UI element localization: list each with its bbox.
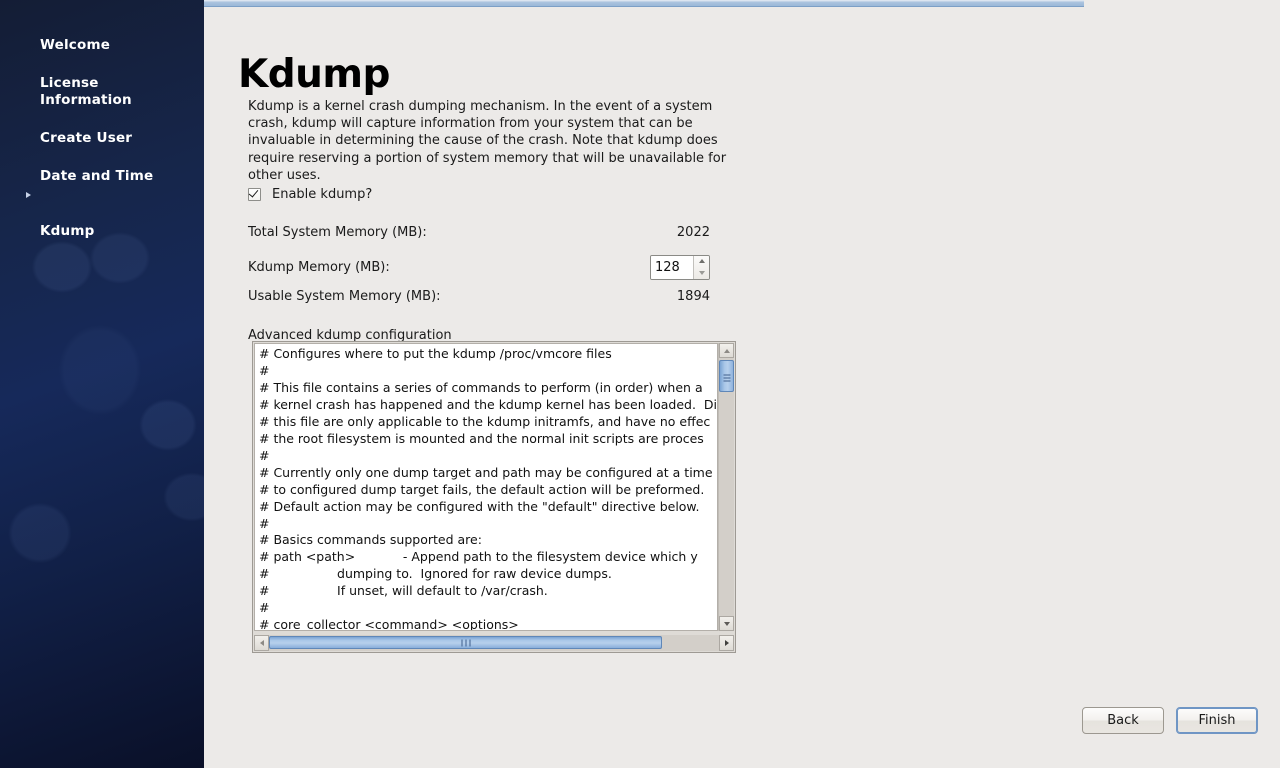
chevron-down-icon: [698, 270, 705, 275]
grip-icon: [723, 373, 730, 382]
horizontal-scrollbar-thumb[interactable]: [269, 636, 662, 649]
horizontal-scrollbar[interactable]: [254, 635, 734, 651]
advanced-config-text: # Configures where to put the kdump /pro…: [259, 346, 717, 631]
kdump-memory-label: Kdump Memory (MB):: [248, 259, 390, 275]
sidebar-nav: Welcome License Information Create User …: [0, 18, 204, 242]
vertical-scrollbar-track[interactable]: [719, 358, 734, 616]
enable-kdump-row[interactable]: Enable kdump?: [248, 187, 372, 202]
scroll-left-button[interactable]: [254, 635, 269, 651]
sidebar-item-date-and-time[interactable]: Date and Time: [0, 149, 204, 187]
vertical-scrollbar-thumb[interactable]: [719, 360, 734, 392]
top-accent-bar: [204, 0, 1084, 7]
scroll-right-button[interactable]: [719, 635, 734, 651]
vertical-scrollbar[interactable]: [718, 343, 734, 631]
checkmark-icon: [248, 187, 259, 198]
total-system-memory-row: Total System Memory (MB): 2022: [248, 225, 710, 240]
installer-window: Welcome License Information Create User …: [0, 0, 1280, 768]
sidebar-item-label: Welcome: [40, 37, 111, 53]
sidebar-item-label: Create User: [40, 130, 133, 146]
chevron-up-icon: [723, 348, 730, 353]
chevron-left-icon: [259, 640, 264, 646]
spinner-decrement-button[interactable]: [694, 267, 709, 279]
finish-button[interactable]: Finish: [1176, 707, 1258, 734]
kdump-memory-input[interactable]: [651, 255, 693, 279]
scroll-down-button[interactable]: [719, 616, 734, 631]
usable-system-memory-value: 1894: [676, 289, 710, 304]
sidebar: Welcome License Information Create User …: [0, 0, 204, 768]
spinner-increment-button[interactable]: [694, 256, 709, 268]
total-system-memory-label: Total System Memory (MB):: [248, 225, 427, 240]
usable-system-memory-label: Usable System Memory (MB):: [248, 289, 441, 304]
chevron-down-icon: [723, 621, 730, 626]
kdump-memory-row: Kdump Memory (MB):: [248, 253, 710, 281]
sidebar-item-license-information[interactable]: License Information: [0, 56, 204, 111]
sidebar-item-label: Kdump: [40, 223, 95, 239]
horizontal-scrollbar-track[interactable]: [269, 635, 719, 651]
kdump-memory-spinner[interactable]: [650, 254, 710, 280]
chevron-right-icon: [724, 640, 729, 646]
total-system-memory-value: 2022: [676, 225, 710, 240]
scroll-up-button[interactable]: [719, 343, 734, 358]
usable-system-memory-row: Usable System Memory (MB): 1894: [248, 289, 710, 304]
footer-buttons: Back Finish: [1082, 707, 1258, 734]
enable-kdump-checkbox[interactable]: [248, 187, 261, 201]
page-description: Kdump is a kernel crash dumping mechanis…: [248, 99, 727, 183]
chevron-up-icon: [698, 259, 705, 264]
sidebar-item-kdump[interactable]: Kdump: [0, 187, 204, 242]
sidebar-item-welcome[interactable]: Welcome: [0, 18, 204, 56]
advanced-config-textarea[interactable]: # Configures where to put the kdump /pro…: [254, 343, 718, 631]
grip-icon: [461, 639, 470, 646]
back-button[interactable]: Back: [1082, 707, 1164, 734]
sidebar-item-create-user[interactable]: Create User: [0, 111, 204, 149]
enable-kdump-label: Enable kdump?: [272, 187, 373, 202]
advanced-config-scrolled-window: # Configures where to put the kdump /pro…: [252, 341, 736, 653]
sidebar-item-label: Date and Time: [40, 168, 154, 184]
current-step-arrow-icon: [26, 192, 31, 198]
main-content: Kdump Kdump is a kernel crash dumping me…: [204, 8, 1280, 768]
page-title: Kdump: [238, 52, 390, 98]
sidebar-item-label: License Information: [40, 75, 132, 108]
